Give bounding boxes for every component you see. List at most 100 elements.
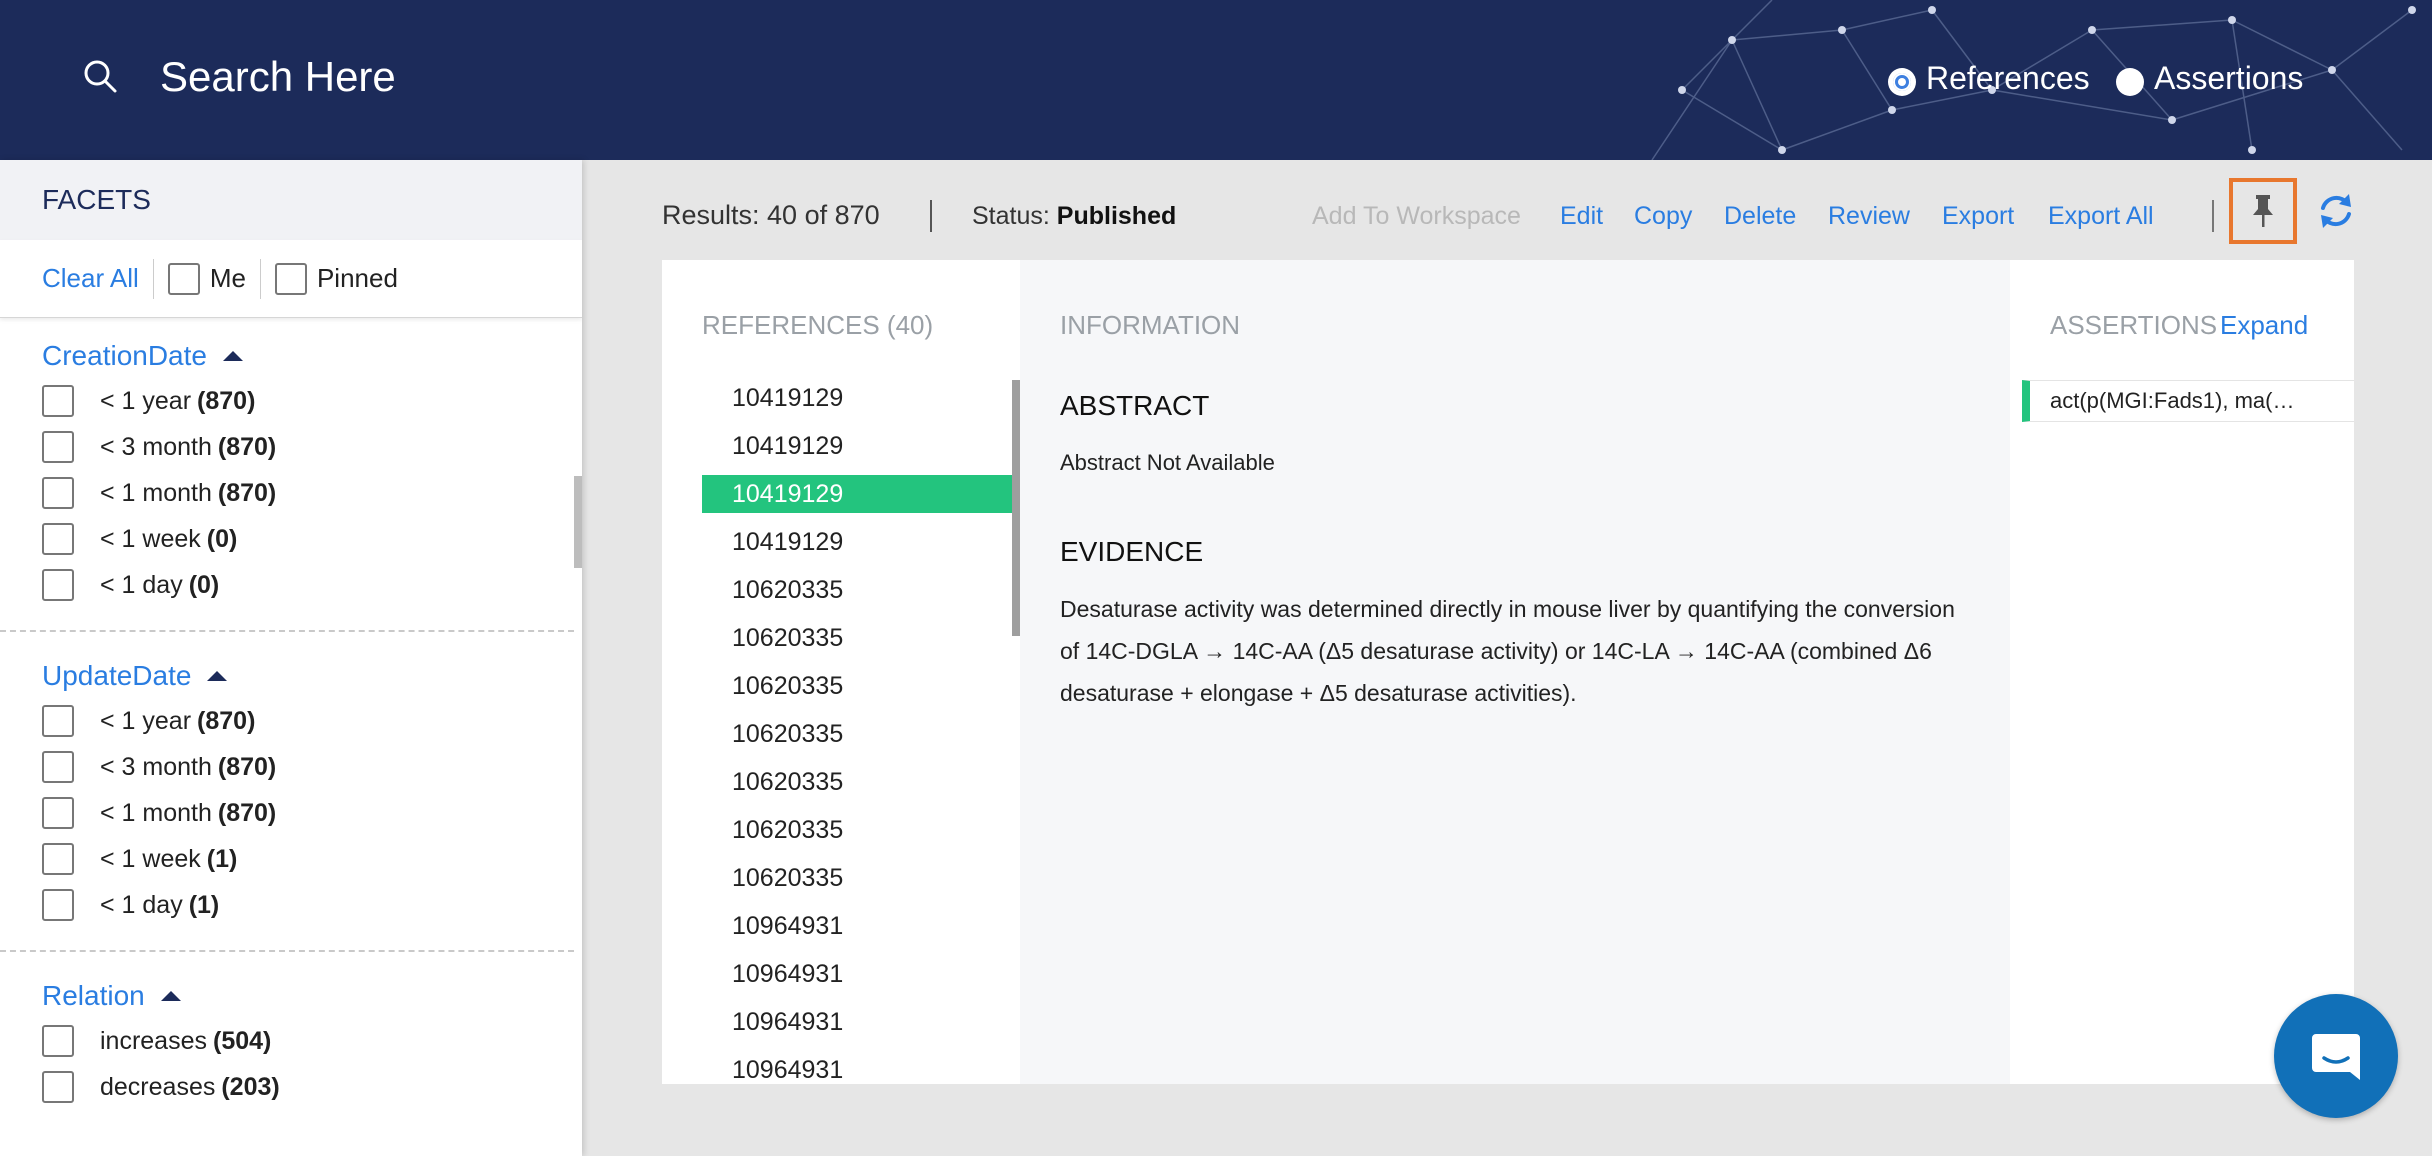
facet-item-label: < 1 year bbox=[100, 386, 192, 415]
reference-item[interactable]: 10419129 bbox=[702, 422, 1014, 470]
caret-up-icon bbox=[207, 671, 228, 681]
export-all-button[interactable]: Export All bbox=[2048, 202, 2154, 231]
divider bbox=[259, 258, 261, 299]
status-value: Published bbox=[1056, 202, 1177, 230]
reference-item[interactable]: 10620335 bbox=[702, 710, 1014, 758]
facet-item[interactable]: < 1 month (870) bbox=[42, 470, 564, 516]
assertion-item[interactable]: act(p(MGI:Fads1), ma(… bbox=[2022, 380, 2354, 422]
copy-button[interactable]: Copy bbox=[1634, 202, 1692, 231]
checkbox-icon bbox=[42, 569, 74, 601]
reference-item[interactable]: 10620335 bbox=[702, 806, 1014, 854]
checkbox-icon bbox=[42, 1071, 74, 1103]
facet-item-label: < 1 month bbox=[100, 478, 212, 507]
facet-item[interactable]: < 1 week (0) bbox=[42, 516, 564, 562]
facet-item-count: (870) bbox=[217, 798, 277, 827]
checkbox-icon bbox=[42, 477, 74, 509]
chat-button[interactable] bbox=[2274, 994, 2398, 1118]
caret-up-icon bbox=[160, 991, 181, 1001]
facet-item[interactable]: < 3 month (870) bbox=[42, 744, 564, 790]
add-to-workspace-button[interactable]: Add To Workspace bbox=[1312, 202, 1521, 231]
search-input[interactable] bbox=[160, 46, 960, 108]
divider bbox=[152, 258, 154, 299]
references-radio[interactable]: References bbox=[1888, 60, 2090, 97]
facet-groups: CreationDate < 1 year (870) < 3 month (870… bbox=[0, 318, 582, 1156]
radio-unselected-icon bbox=[2116, 67, 2144, 96]
assertions-radio-label: Assertions bbox=[2154, 60, 2304, 96]
edit-button[interactable]: Edit bbox=[1560, 202, 1603, 231]
facet-item-count: (870) bbox=[197, 386, 256, 415]
reference-item[interactable]: 10419129 bbox=[702, 518, 1014, 566]
references-radio-label: References bbox=[1926, 60, 2090, 96]
abstract-text: Abstract Not Available bbox=[1060, 450, 1275, 475]
assertions-radio[interactable]: Assertions bbox=[2116, 60, 2303, 97]
facet-item[interactable]: decreases (203) bbox=[42, 1064, 572, 1110]
status-label: Status: bbox=[972, 202, 1050, 230]
facet-item-label: increases bbox=[100, 1026, 207, 1055]
facet-item[interactable]: increases (504) bbox=[42, 1018, 572, 1064]
facets-header: FACETS bbox=[0, 160, 582, 240]
facet-item[interactable]: < 1 month (870) bbox=[42, 790, 564, 836]
references-column: REFERENCES (40) 10419129 10419129 104191… bbox=[662, 260, 1020, 1084]
reference-item[interactable]: 10620335 bbox=[702, 614, 1014, 662]
reference-item[interactable]: 10964931 bbox=[702, 998, 1014, 1046]
references-scrollbar[interactable] bbox=[1012, 380, 1020, 636]
facet-item-label: < 1 day bbox=[100, 890, 183, 919]
reference-item[interactable]: 10964931 bbox=[702, 1046, 1014, 1094]
me-label: Me bbox=[209, 263, 246, 293]
clear-all-link[interactable]: Clear All bbox=[42, 263, 139, 294]
divider bbox=[2212, 200, 2214, 232]
pinned-checkbox[interactable]: Pinned bbox=[274, 262, 398, 295]
export-button[interactable]: Export bbox=[1942, 202, 2014, 231]
facet-item[interactable]: < 1 year (870) bbox=[42, 378, 564, 424]
facet-item[interactable]: < 3 month (870) bbox=[42, 424, 564, 470]
facet-item-label: < 1 month bbox=[100, 798, 212, 827]
pinned-label: Pinned bbox=[316, 263, 398, 293]
facet-item-label: decreases bbox=[100, 1072, 216, 1101]
checkbox-icon bbox=[42, 751, 74, 783]
reference-item[interactable]: 10620335 bbox=[702, 758, 1014, 806]
facet-title-creationdate[interactable]: CreationDate bbox=[42, 340, 564, 372]
reference-item[interactable]: 10419129 bbox=[702, 374, 1014, 422]
me-checkbox[interactable]: Me bbox=[167, 262, 246, 295]
facet-item-count: (203) bbox=[221, 1072, 280, 1101]
reference-item-selected[interactable]: 10419129 bbox=[702, 475, 1014, 513]
facet-item-count: (870) bbox=[217, 478, 277, 507]
facet-item-count: (1) bbox=[188, 890, 220, 919]
chat-bubble-icon bbox=[2312, 1034, 2360, 1080]
facet-title-relation[interactable]: Relation bbox=[42, 980, 572, 1012]
references-list: 10419129 10419129 10419129 10419129 1062… bbox=[702, 374, 1014, 1094]
facet-group-creationdate: CreationDate < 1 year (870) < 3 month (870… bbox=[0, 318, 574, 632]
radio-selected-icon bbox=[1888, 67, 1916, 96]
expand-link[interactable]: Expand bbox=[2220, 310, 2308, 341]
facet-item[interactable]: < 1 day (1) bbox=[42, 882, 564, 928]
reference-item[interactable]: 10620335 bbox=[702, 662, 1014, 710]
facet-item-count: (0) bbox=[188, 570, 220, 599]
pin-button[interactable] bbox=[2229, 178, 2297, 244]
reference-item[interactable]: 10620335 bbox=[702, 854, 1014, 902]
facet-item-label: < 1 week bbox=[100, 844, 201, 873]
facet-item[interactable]: < 1 year (870) bbox=[42, 698, 564, 744]
checkbox-icon bbox=[167, 262, 200, 295]
sidebar-scrollbar[interactable] bbox=[574, 476, 582, 568]
results-count: Results: 40 of 870 bbox=[662, 200, 880, 230]
facet-group-updatedate: UpdateDate < 1 year (870) < 3 month (870) … bbox=[0, 632, 574, 952]
checkbox-icon bbox=[42, 1025, 74, 1057]
checkbox-icon bbox=[42, 889, 74, 921]
reference-item[interactable]: 10964931 bbox=[702, 902, 1014, 950]
refresh-icon[interactable] bbox=[2315, 190, 2357, 232]
facet-item-count: (1) bbox=[206, 844, 238, 873]
facet-item[interactable]: < 1 week (1) bbox=[42, 836, 564, 882]
search-icon[interactable] bbox=[80, 56, 120, 96]
facet-group-relation: Relation increases (504) decreases (203) bbox=[0, 952, 582, 1110]
reference-item[interactable]: 10964931 bbox=[702, 950, 1014, 998]
facet-item[interactable]: < 1 day (0) bbox=[42, 562, 564, 608]
facet-item-label: < 1 week bbox=[100, 524, 201, 553]
delete-button[interactable]: Delete bbox=[1724, 202, 1796, 231]
checkbox-icon bbox=[42, 843, 74, 875]
reference-item[interactable]: 10620335 bbox=[702, 566, 1014, 614]
checkbox-icon bbox=[42, 431, 74, 463]
information-column: INFORMATION ABSTRACT Abstract Not Availa… bbox=[1020, 260, 2010, 1084]
facet-title-updatedate[interactable]: UpdateDate bbox=[42, 660, 564, 692]
facet-title-label: UpdateDate bbox=[42, 660, 192, 691]
review-button[interactable]: Review bbox=[1828, 202, 1910, 231]
